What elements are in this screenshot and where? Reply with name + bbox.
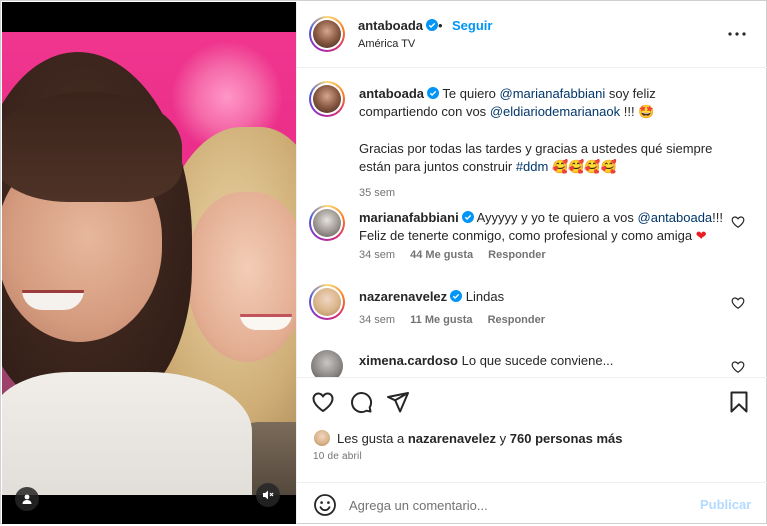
caption-author[interactable]: antaboada xyxy=(359,86,424,101)
verified-icon xyxy=(426,19,439,31)
hashtag-link[interactable]: #ddm xyxy=(516,159,549,174)
author-username[interactable]: antaboada xyxy=(358,18,439,33)
avatar-inner xyxy=(311,207,343,239)
comment-text: ximena.cardoso Lo que sucede conviene... xyxy=(359,352,729,370)
publish-button[interactable]: Publicar xyxy=(700,497,751,512)
caption-text-part: Te quiero xyxy=(442,86,496,101)
post-header: antaboada • Seguir América TV xyxy=(297,2,767,68)
likes-prefix: Les gusta a xyxy=(337,430,405,446)
follow-button[interactable]: Seguir xyxy=(452,18,492,33)
caption-text-part: !!! xyxy=(623,104,635,119)
caption-avatar[interactable] xyxy=(309,81,345,117)
avatar-image xyxy=(313,20,341,48)
caption-meta: 35 sem xyxy=(359,187,407,199)
post-photo[interactable] xyxy=(2,32,296,495)
mention-link[interactable]: @marianafabbiani xyxy=(500,86,606,101)
comment-likes[interactable]: 44 Me gusta xyxy=(410,249,473,261)
mention-link[interactable]: @eldiariodemarianaok xyxy=(490,104,620,119)
post-media[interactable] xyxy=(2,2,296,524)
verified-icon xyxy=(427,87,440,99)
post-actions: Les gusta a nazarenavelez y 760 personas… xyxy=(297,377,767,525)
more-options-icon xyxy=(728,32,746,36)
avatar-inner xyxy=(311,18,343,50)
person-left-jacket xyxy=(2,372,252,495)
tagged-users-button[interactable] xyxy=(15,487,39,511)
comment-author[interactable]: nazarenavelez xyxy=(359,289,447,304)
save-icon[interactable] xyxy=(727,390,751,414)
heart-icon[interactable] xyxy=(731,215,745,229)
share-icon[interactable] xyxy=(386,390,410,414)
smiling-hearts-emoji: 🥰🥰🥰🥰 xyxy=(551,160,617,175)
caption-time[interactable]: 35 sem xyxy=(359,187,395,199)
likes-count[interactable]: 760 personas más xyxy=(510,431,623,446)
author-avatar[interactable] xyxy=(309,16,345,52)
avatar-image xyxy=(313,209,341,237)
comment-author[interactable]: ximena.cardoso xyxy=(359,353,458,368)
avatar-image xyxy=(313,288,341,316)
author-username-text[interactable]: antaboada xyxy=(358,18,423,33)
comment-time[interactable]: 34 sem xyxy=(359,314,395,326)
reply-button[interactable]: Responder xyxy=(488,249,545,261)
mention-link[interactable]: @antaboada xyxy=(638,210,713,225)
post-date[interactable]: 10 de abril xyxy=(313,451,362,462)
add-comment-bar: Publicar xyxy=(297,482,767,526)
liker-username[interactable]: nazarenavelez xyxy=(408,431,496,446)
comment-avatar[interactable] xyxy=(309,348,345,377)
likes-summary[interactable]: Les gusta a nazarenavelez y 760 personas… xyxy=(313,429,623,447)
more-options-button[interactable] xyxy=(725,24,749,44)
person-right-face xyxy=(187,192,296,362)
mute-icon xyxy=(263,490,274,500)
verified-icon xyxy=(461,211,474,223)
comment-meta: 34 sem 44 Me gusta Responder xyxy=(359,249,558,261)
mute-button[interactable] xyxy=(256,483,280,507)
red-heart-emoji: ❤ xyxy=(695,229,707,244)
likes-conjunction: y xyxy=(499,430,507,446)
comment-text-part: Lindas xyxy=(465,289,505,304)
comment-author[interactable]: marianafabbiani xyxy=(359,210,459,225)
comment-text-part: Ayyyyy y yo te quiero a vos xyxy=(476,210,634,225)
comment-time[interactable]: 34 sem xyxy=(359,249,395,261)
comment-avatar[interactable] xyxy=(309,284,345,320)
heart-icon[interactable] xyxy=(311,390,335,414)
comment-likes[interactable]: 11 Me gusta xyxy=(410,314,472,326)
caption-text: antaboada Te quiero @marianafabbiani soy… xyxy=(359,85,729,177)
user-tag-icon xyxy=(22,494,32,504)
comments-list[interactable]: antaboada Te quiero @marianafabbiani soy… xyxy=(297,69,767,377)
person-left-bangs xyxy=(2,92,182,202)
reply-button[interactable]: Responder xyxy=(488,314,545,326)
comment-text: marianafabbiani Ayyyyy y yo te quiero a … xyxy=(359,209,729,246)
post-side-panel: antaboada • Seguir América TV antaboada … xyxy=(296,2,767,524)
emoji-icon[interactable] xyxy=(313,493,337,517)
avatar-image xyxy=(313,85,341,113)
avatar-inner xyxy=(311,286,343,318)
post-dialog: antaboada • Seguir América TV antaboada … xyxy=(0,0,767,524)
verified-icon xyxy=(450,290,463,302)
comment-text: nazarenavelez Lindas xyxy=(359,288,729,306)
liker-avatar xyxy=(313,429,331,447)
comment-icon[interactable] xyxy=(349,390,373,414)
heart-icon[interactable] xyxy=(731,296,745,310)
post-location[interactable]: América TV xyxy=(358,38,415,50)
comment-meta: 34 sem 11 Me gusta Responder xyxy=(359,314,557,326)
comment-text-part: Lo que sucede conviene... xyxy=(461,353,614,368)
star-struck-emoji: 🤩 xyxy=(638,105,655,120)
heart-icon[interactable] xyxy=(731,360,745,374)
comment-avatar[interactable] xyxy=(309,205,345,241)
person-right-smile xyxy=(240,314,292,330)
avatar-image xyxy=(311,350,343,377)
comment-input[interactable] xyxy=(349,493,689,517)
avatar-inner xyxy=(311,83,343,115)
separator-dot: • xyxy=(438,18,443,33)
